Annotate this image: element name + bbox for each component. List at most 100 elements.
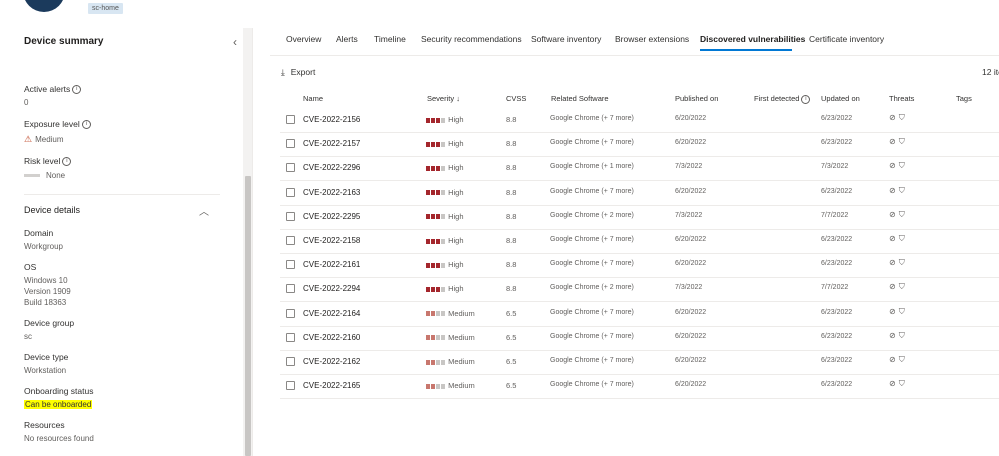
row-checkbox[interactable] [286,260,295,270]
row-checkbox[interactable] [286,332,295,342]
table-row[interactable]: CVE-2022-2296 High 8.8 Google Chrome (+ 1 … [280,156,999,182]
chevron-up-icon[interactable]: ︿ [199,203,209,218]
tab-browser-extensions[interactable]: Browser extensions [615,34,689,44]
cve-name[interactable]: CVE-2022-2158 [303,236,360,245]
tab-alerts[interactable]: Alerts [336,34,358,44]
tab-overview[interactable]: Overview [286,34,321,44]
table-row[interactable]: CVE-2022-2294 High 8.8 Google Chrome (+ 2 … [280,277,999,303]
published-date: 6/20/2022 [675,381,707,389]
column-header-cvss[interactable]: CVSS [506,94,526,103]
row-checkbox[interactable] [286,187,295,197]
severity-icon [426,139,446,148]
cve-name[interactable]: CVE-2022-2295 [303,212,360,221]
cvss-value: 8.8 [506,236,517,245]
tab-certificate-inventory[interactable]: Certificate inventory [809,34,884,44]
tab-software-inventory[interactable]: Software inventory [531,34,601,44]
exploit-icon: ⊘ [889,330,899,340]
related-software: Google Chrome (+ 2 more) [550,211,634,219]
table-row[interactable]: CVE-2022-2162 Medium 6.5 Google Chrome (+ … [280,350,999,375]
threat-insight-icon: ⛉ [898,282,908,292]
cve-name[interactable]: CVE-2022-2160 [303,333,360,342]
published-date: 6/20/2022 [675,187,707,195]
threat-icons: ⊘⛉ [889,282,908,292]
table-row[interactable]: CVE-2022-2161 High 8.8 Google Chrome (+ 7 … [280,253,999,279]
severity-bar-segment [431,165,435,171]
device-tag[interactable]: sc-home [88,3,123,14]
row-checkbox[interactable] [286,284,295,294]
table-row[interactable]: CVE-2022-2156 High 8.8 Google Chrome (+ 7 … [280,108,999,133]
domain-value: Workgroup [24,242,63,251]
severity-bar-segment [436,117,440,123]
severity-bar-segment [426,359,430,365]
table-row[interactable]: CVE-2022-2164 Medium 6.5 Google Chrome (+ … [280,302,999,327]
published-date: 6/20/2022 [675,236,707,243]
row-checkbox[interactable] [286,163,295,173]
severity-bar-segment [431,335,435,341]
column-header-threats[interactable]: Threats [889,94,914,103]
column-header-first-detected[interactable]: First detected i [754,94,811,104]
tab-timeline[interactable]: Timeline [374,34,406,44]
severity-bar-segment [436,214,440,220]
tab-discovered-vulnerabilities[interactable]: Discovered vulnerabilities [700,34,805,44]
tab-security-recommendations[interactable]: Security recommendations [421,34,522,44]
severity-bar-segment [426,238,430,244]
severity-icon [426,333,446,342]
row-checkbox[interactable] [286,381,295,391]
cve-name[interactable]: CVE-2022-2161 [303,260,360,269]
export-button[interactable]: ⤓ Export [281,67,315,78]
severity-bar-segment [436,335,440,341]
table-row[interactable]: CVE-2022-2163 High 8.8 Google Chrome (+ 7 … [280,181,999,206]
info-icon[interactable]: i [62,157,72,167]
threat-icons: ⊘⛉ [889,307,908,317]
info-icon[interactable]: i [81,120,91,130]
table-row[interactable]: CVE-2022-2295 High 8.8 Google Chrome (+ 2 … [280,205,999,230]
domain-label: Domain [24,228,54,238]
threat-insight-icon: ⛉ [898,306,908,316]
cve-name[interactable]: CVE-2022-2294 [303,284,360,293]
table-row[interactable]: CVE-2022-2157 High 8.8 Google Chrome (+ 7 … [280,132,999,158]
row-checkbox[interactable] [286,211,295,221]
severity-bar-segment [426,141,430,147]
related-software: Google Chrome (+ 7 more) [550,139,634,147]
row-checkbox[interactable] [286,115,295,124]
column-header-related-software[interactable]: Related Software [551,94,609,103]
cve-name[interactable]: CVE-2022-2162 [303,357,360,366]
severity-bar-segment [441,286,445,292]
updated-date: 6/23/2022 [821,139,853,147]
row-checkbox[interactable] [286,236,295,245]
row-checkbox[interactable] [286,139,295,149]
info-icon[interactable]: i [72,85,82,95]
row-checkbox[interactable] [286,357,295,366]
cvss-value: 8.8 [506,163,517,173]
table-row[interactable]: CVE-2022-2158 High 8.8 Google Chrome (+ 7 … [280,229,999,254]
sidebar-scrollbar-thumb[interactable] [245,176,251,456]
severity-icon [426,188,446,197]
chevron-left-icon[interactable]: ‹ [233,36,237,48]
column-header-tags[interactable]: Tags [956,94,972,103]
device-summary-title: Device summary [24,36,104,47]
cve-name[interactable]: CVE-2022-2157 [303,139,360,148]
column-header-updated-on[interactable]: Updated on [821,94,860,103]
info-icon[interactable]: i [801,94,811,104]
updated-date: 6/23/2022 [821,115,853,122]
cve-name[interactable]: CVE-2022-2164 [303,309,360,318]
table-row[interactable]: CVE-2022-2165 Medium 6.5 Google Chrome (+ … [280,374,999,400]
related-software: Google Chrome (+ 7 more) [550,236,634,243]
severity-bar-segment [431,190,435,196]
active-alerts-value: 0 [24,98,29,107]
row-checkbox[interactable] [286,308,295,318]
related-software: Google Chrome (+ 7 more) [550,357,634,364]
cve-name[interactable]: CVE-2022-2156 [303,115,360,124]
cve-name[interactable]: CVE-2022-2163 [303,188,360,197]
table-row[interactable]: CVE-2022-2160 Medium 6.5 Google Chrome (+ … [280,326,999,351]
cve-name[interactable]: CVE-2022-2296 [303,163,360,172]
column-header-severity[interactable]: Severity ↓ [427,94,460,103]
severity-icon [426,260,446,269]
column-header-name[interactable]: Name [303,94,323,103]
updated-date: 6/23/2022 [821,381,853,389]
column-header-published-on[interactable]: Published on [675,94,718,103]
cve-name[interactable]: CVE-2022-2165 [303,381,360,390]
device-avatar [23,0,65,12]
severity-cell: High [426,284,464,293]
threat-insight-icon: ⛉ [898,234,908,243]
